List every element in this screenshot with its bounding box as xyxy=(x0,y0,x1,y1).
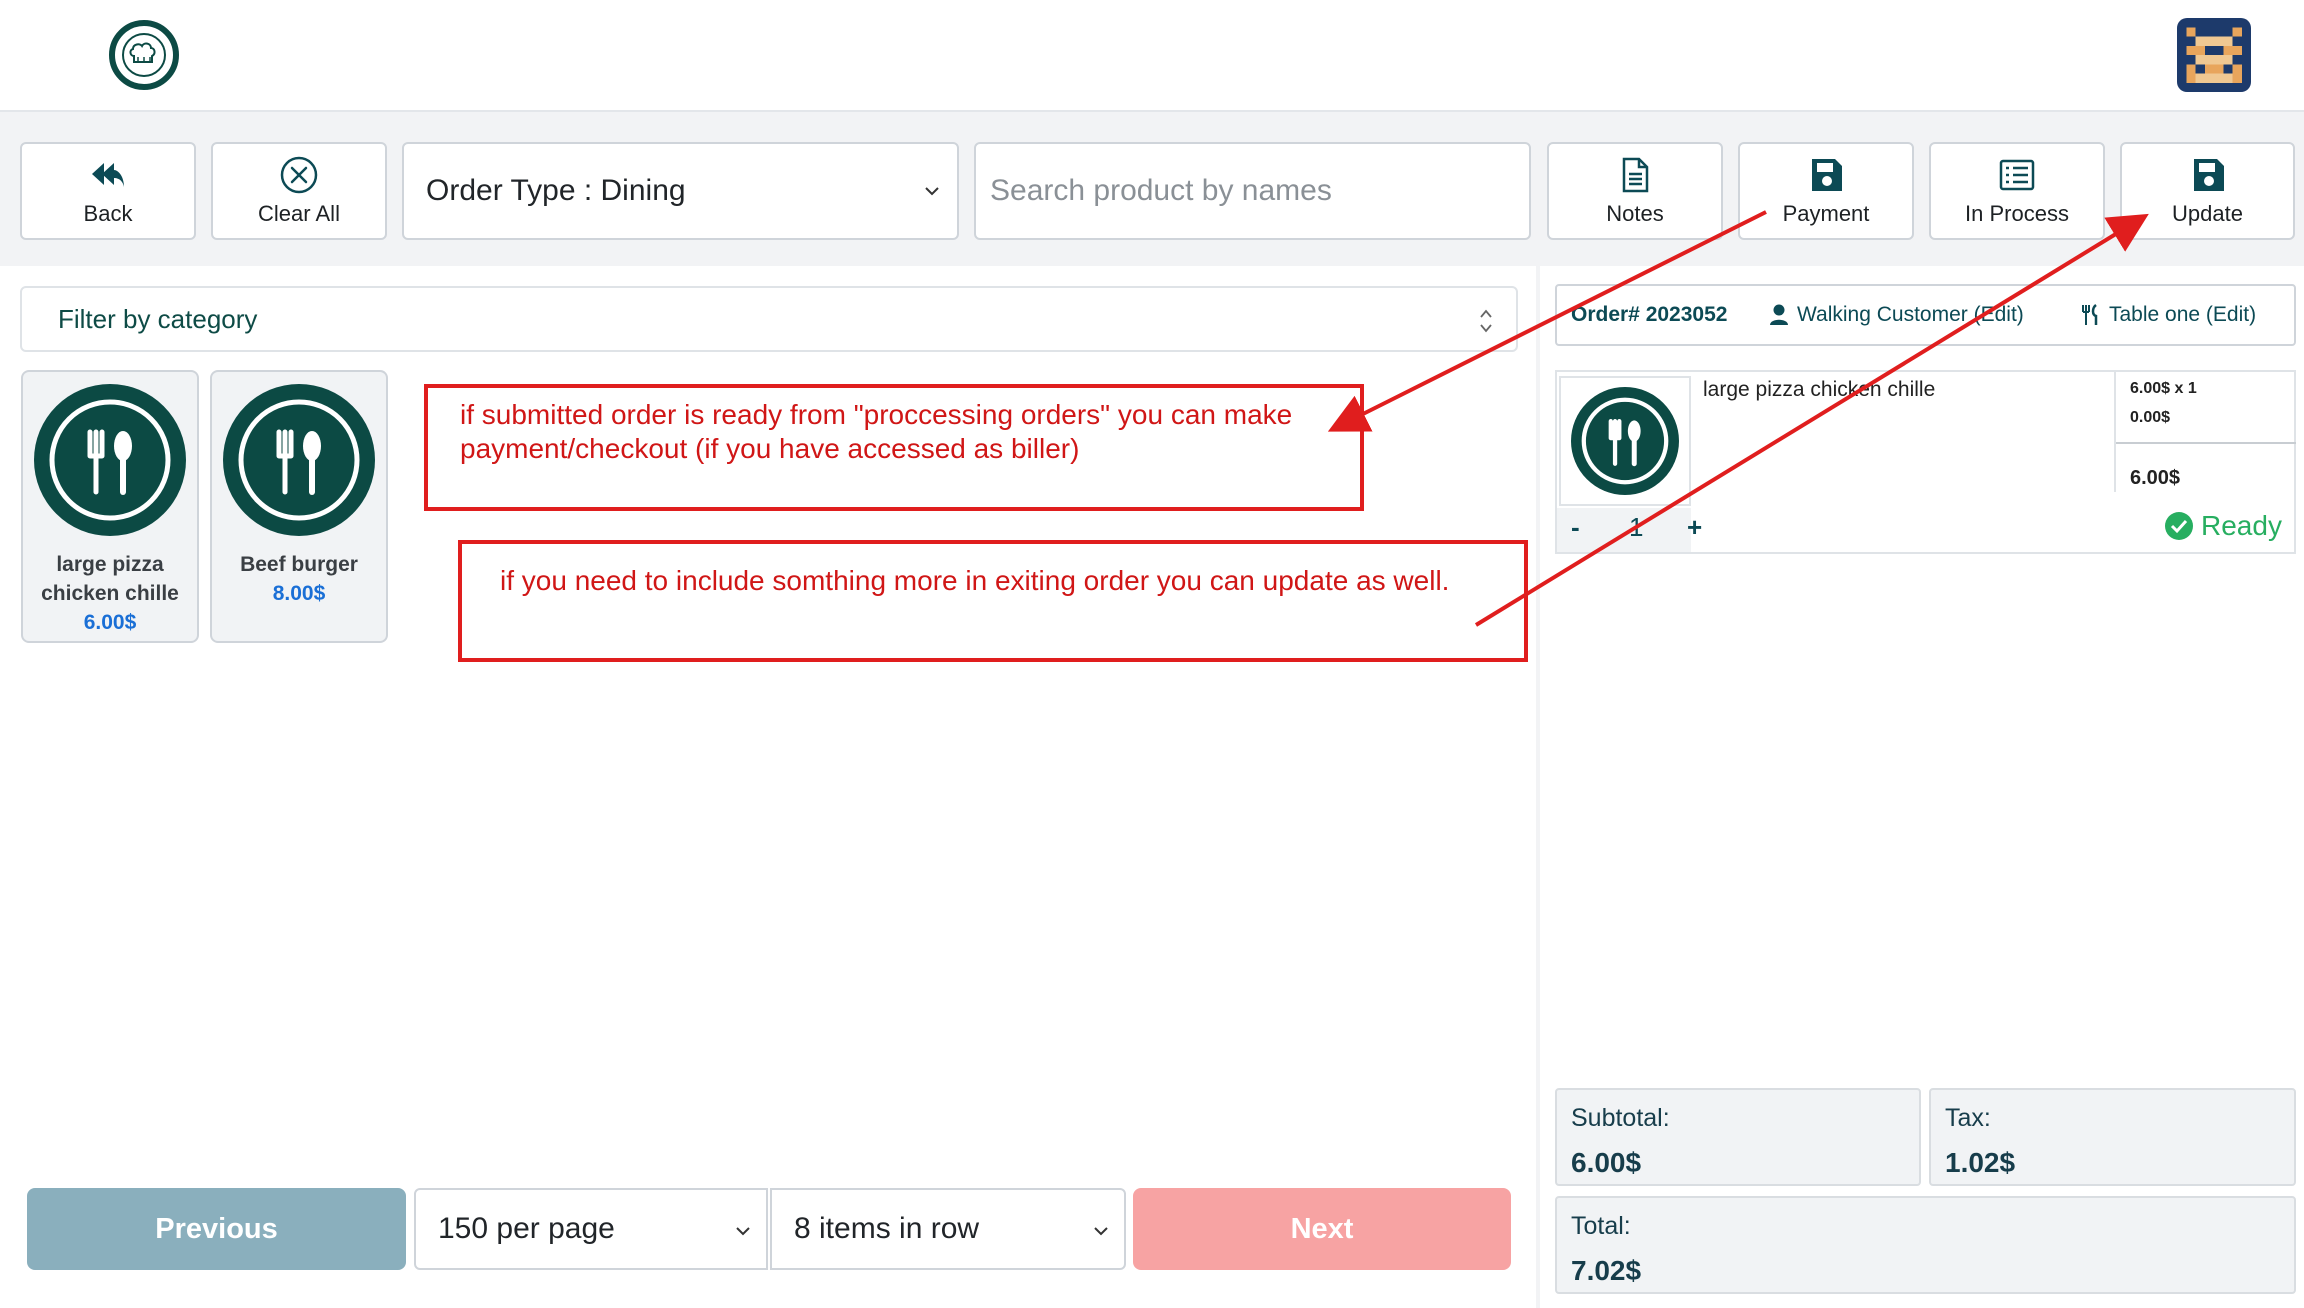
total-label: Total: xyxy=(1571,1212,1631,1240)
order-type-select[interactable]: Order Type : Dining xyxy=(402,142,959,240)
chevron-down-icon xyxy=(1094,1227,1108,1236)
save-floppy-icon xyxy=(2193,159,2224,191)
tax-label: Tax: xyxy=(1945,1104,1991,1132)
notes-button[interactable]: Notes xyxy=(1547,142,1723,240)
document-icon xyxy=(1622,157,1649,193)
reply-all-icon xyxy=(92,163,124,187)
product-name-line2: chicken chille xyxy=(41,582,179,605)
update-annotation-text: if you need to include somthing more in … xyxy=(500,565,1450,596)
order-item-price-box: 6.00$ x 1 0.00$ 6.00$ xyxy=(2114,372,2296,492)
price-divider xyxy=(2116,442,2296,444)
order-item-unit-qty: 6.00$ x 1 xyxy=(2130,380,2197,397)
per-page-value: 150 per page xyxy=(438,1212,615,1245)
utensils-icon xyxy=(2082,304,2098,325)
notes-label: Notes xyxy=(1606,201,1664,226)
product-price: 8.00$ xyxy=(272,582,326,605)
tax-box: Tax: 1.02$ xyxy=(1929,1088,2296,1186)
customer-link[interactable]: Walking Customer (Edit) xyxy=(1769,303,2024,327)
subtotal-box: Subtotal: 6.00$ xyxy=(1555,1088,1921,1186)
next-label: Next xyxy=(1290,1212,1354,1245)
order-item-line-total: 6.00$ xyxy=(2130,467,2181,489)
total-value: 7.02$ xyxy=(1571,1255,1642,1286)
back-label: Back xyxy=(83,201,133,226)
subtotal-value: 6.00$ xyxy=(1571,1147,1642,1178)
previous-button[interactable]: Previous xyxy=(27,1188,406,1270)
update-annotation: if you need to include somthing more in … xyxy=(458,540,1528,662)
product-name: Beef burger xyxy=(240,553,358,576)
product-price: 6.00$ xyxy=(83,611,137,634)
order-item-discount: 0.00$ xyxy=(2130,409,2171,426)
update-button[interactable]: Update xyxy=(2120,142,2295,240)
payment-annotation-line1: if submitted order is ready from "procce… xyxy=(460,399,1293,430)
fork-spoon-plate-icon xyxy=(223,384,375,536)
order-type-value: Order Type : Dining xyxy=(426,174,686,207)
search-input[interactable] xyxy=(974,142,1531,240)
in-process-button[interactable]: In Process xyxy=(1929,142,2105,240)
next-button[interactable]: Next xyxy=(1133,1188,1511,1270)
chevron-down-icon xyxy=(925,187,939,196)
category-filter-label: Filter by category xyxy=(58,303,258,334)
order-item-name: large pizza chicken chille xyxy=(1703,378,1936,401)
payment-annotation-line2: payment/checkout (if you have accessed a… xyxy=(460,433,1080,464)
payment-label: Payment xyxy=(1782,201,1870,226)
product-card-large-pizza[interactable]: large pizza chicken chille 6.00$ xyxy=(21,370,199,643)
items-in-row-select[interactable]: 8 items in row xyxy=(770,1188,1126,1270)
subtotal-label: Subtotal: xyxy=(1571,1104,1670,1132)
qty-plus-button[interactable]: + xyxy=(1687,512,1702,543)
table-name: Table one (Edit) xyxy=(2109,303,2257,326)
order-item-row: large pizza chicken chille 6.00$ x 1 0.0… xyxy=(1555,370,2296,554)
fork-spoon-plate-icon xyxy=(34,384,186,536)
in-process-label: In Process xyxy=(1965,201,2069,226)
chef-hat-logo-icon[interactable] xyxy=(109,20,179,90)
qty-value[interactable]: 1 xyxy=(1629,512,1643,543)
category-filter-select[interactable]: Filter by category xyxy=(20,286,1518,352)
product-card-beef-burger[interactable]: Beef burger 8.00$ xyxy=(210,370,388,643)
chevron-updown-icon xyxy=(1480,309,1492,333)
clear-all-label: Clear All xyxy=(258,201,340,226)
check-circle-icon xyxy=(2165,512,2193,540)
user-icon xyxy=(1770,304,1788,325)
save-floppy-icon xyxy=(1812,159,1842,191)
tax-value: 1.02$ xyxy=(1945,1147,2016,1178)
clear-all-button[interactable]: Clear All xyxy=(211,142,387,240)
app-header xyxy=(0,0,2304,112)
total-box: Total: 7.02$ xyxy=(1555,1196,2296,1294)
list-icon xyxy=(1999,159,2035,191)
fork-spoon-plate-icon xyxy=(1571,387,1679,495)
back-button[interactable]: Back xyxy=(20,142,196,240)
order-item-thumb xyxy=(1559,376,1691,506)
payment-annotation: if submitted order is ready from "procce… xyxy=(424,384,1364,511)
ready-label: Ready xyxy=(2201,510,2282,541)
qty-minus-button[interactable]: - xyxy=(1571,512,1580,543)
pixel-avatar-icon[interactable] xyxy=(2177,18,2251,92)
chevron-down-icon xyxy=(736,1227,750,1236)
table-link[interactable]: Table one (Edit) xyxy=(2081,303,2256,327)
ready-status: Ready xyxy=(2165,510,2282,542)
order-number: Order# 2023052 xyxy=(1571,303,1728,326)
close-circle-icon xyxy=(280,156,318,194)
order-header: Order# 2023052 Walking Customer (Edit) T… xyxy=(1555,284,2296,346)
customer-name: Walking Customer (Edit) xyxy=(1797,303,2024,326)
items-in-row-value: 8 items in row xyxy=(794,1212,980,1245)
product-name: large pizza xyxy=(56,553,164,576)
update-label: Update xyxy=(2172,201,2243,226)
payment-button[interactable]: Payment xyxy=(1738,142,1914,240)
per-page-select[interactable]: 150 per page xyxy=(414,1188,768,1270)
previous-label: Previous xyxy=(155,1212,278,1245)
